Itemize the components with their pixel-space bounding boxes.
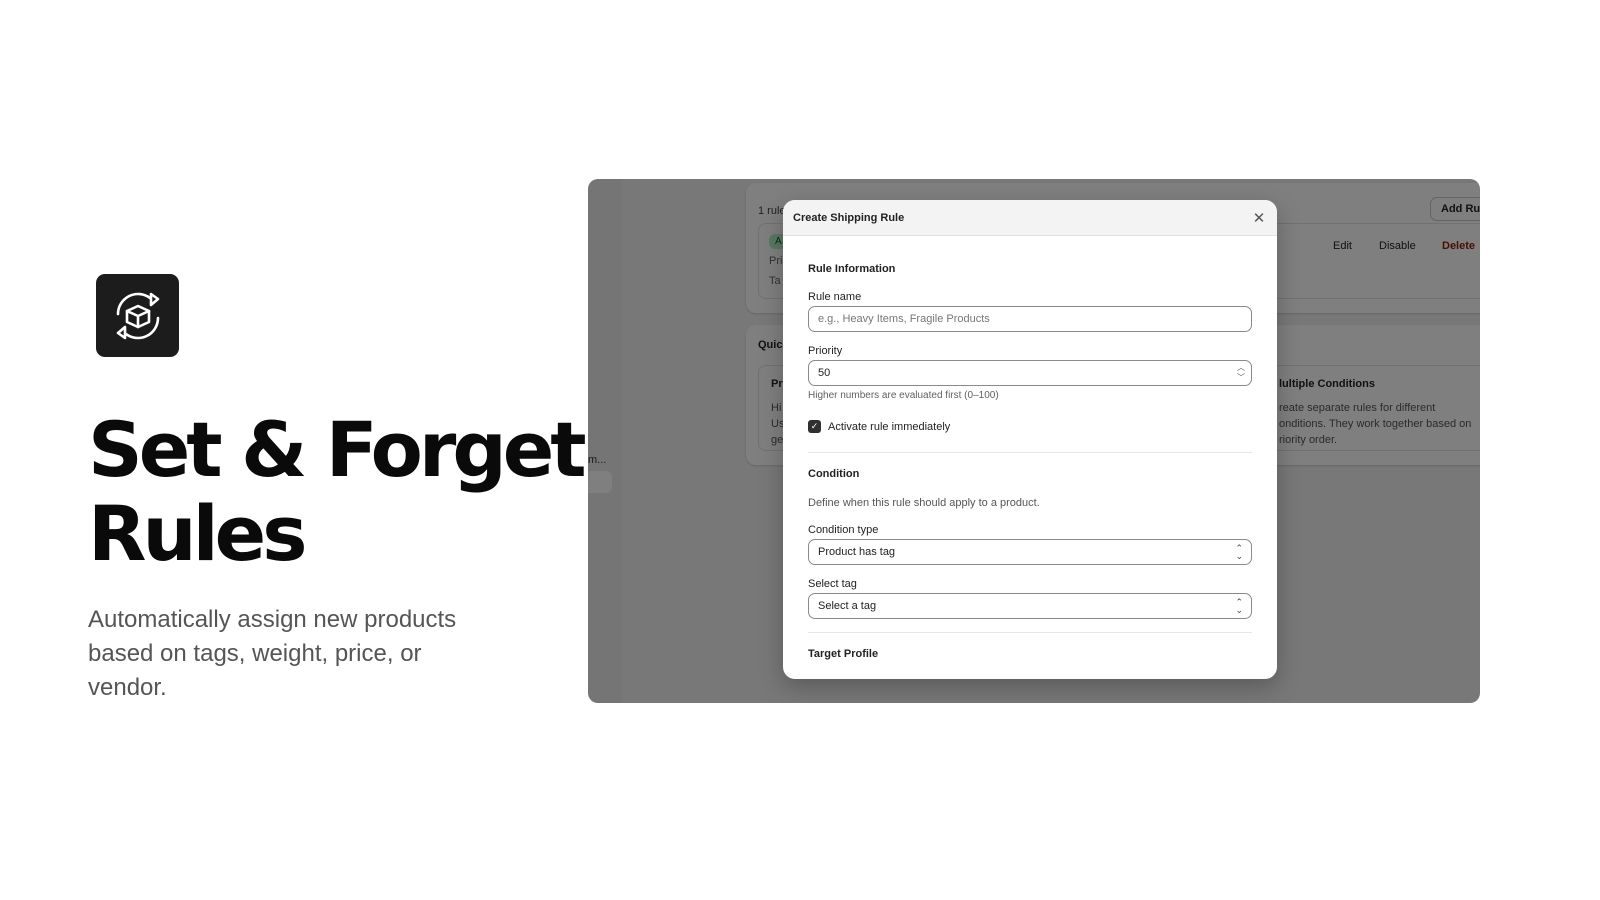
- create-rule-modal: Create Shipping Rule ✕ Rule Information …: [783, 200, 1277, 679]
- condition-type-label: Condition type: [808, 524, 879, 536]
- select-tag-select[interactable]: Select a tag ⌃ ⌄: [808, 593, 1252, 619]
- hero-title-line2: Rules: [88, 489, 307, 578]
- divider: [808, 452, 1252, 453]
- hero-title: Set & Forget Rules: [88, 408, 588, 576]
- checkmark-icon[interactable]: ✓: [808, 420, 821, 433]
- condition-type-select[interactable]: Product has tag ⌃ ⌄: [808, 539, 1252, 565]
- condition-description: Define when this rule should apply to a …: [808, 497, 1040, 509]
- select-chevron-icon: ⌃ ⌄: [1235, 597, 1243, 615]
- box-refresh-icon: [116, 292, 159, 339]
- activate-checkbox-row[interactable]: ✓ Activate rule immediately: [808, 420, 950, 433]
- select-tag-value: Select a tag: [818, 600, 877, 612]
- priority-label: Priority: [808, 345, 843, 357]
- divider: [808, 632, 1252, 633]
- condition-type-value: Product has tag: [818, 546, 896, 558]
- priority-input[interactable]: 50 ︿ ﹀: [808, 360, 1252, 386]
- section-target-profile: Target Profile: [808, 648, 879, 660]
- section-rule-information: Rule Information: [808, 263, 896, 275]
- modal-title: Create Shipping Rule: [793, 211, 905, 224]
- close-icon[interactable]: ✕: [1251, 210, 1267, 227]
- app-logo: [96, 274, 179, 357]
- modal-header: Create Shipping Rule ✕: [783, 200, 1277, 236]
- select-chevron-icon: ⌃ ⌄: [1235, 543, 1243, 561]
- hero-subtitle: Automatically assign new products based …: [88, 606, 457, 701]
- priority-help: Higher numbers are evaluated first (0–10…: [808, 390, 999, 401]
- select-tag-label: Select tag: [808, 578, 857, 590]
- stepper-icon[interactable]: ︿ ﹀: [1237, 363, 1245, 383]
- hero-title-line1: Set & Forget: [88, 405, 587, 494]
- app-screenshot: m... 1 rule Add Rule A Pri Ta Edit Disab…: [588, 179, 1480, 703]
- section-condition: Condition: [808, 468, 860, 480]
- activate-label: Activate rule immediately: [828, 420, 951, 433]
- rule-name-input[interactable]: e.g., Heavy Items, Fragile Products: [808, 306, 1252, 332]
- priority-value: 50: [818, 367, 831, 379]
- rule-name-label: Rule name: [808, 291, 862, 303]
